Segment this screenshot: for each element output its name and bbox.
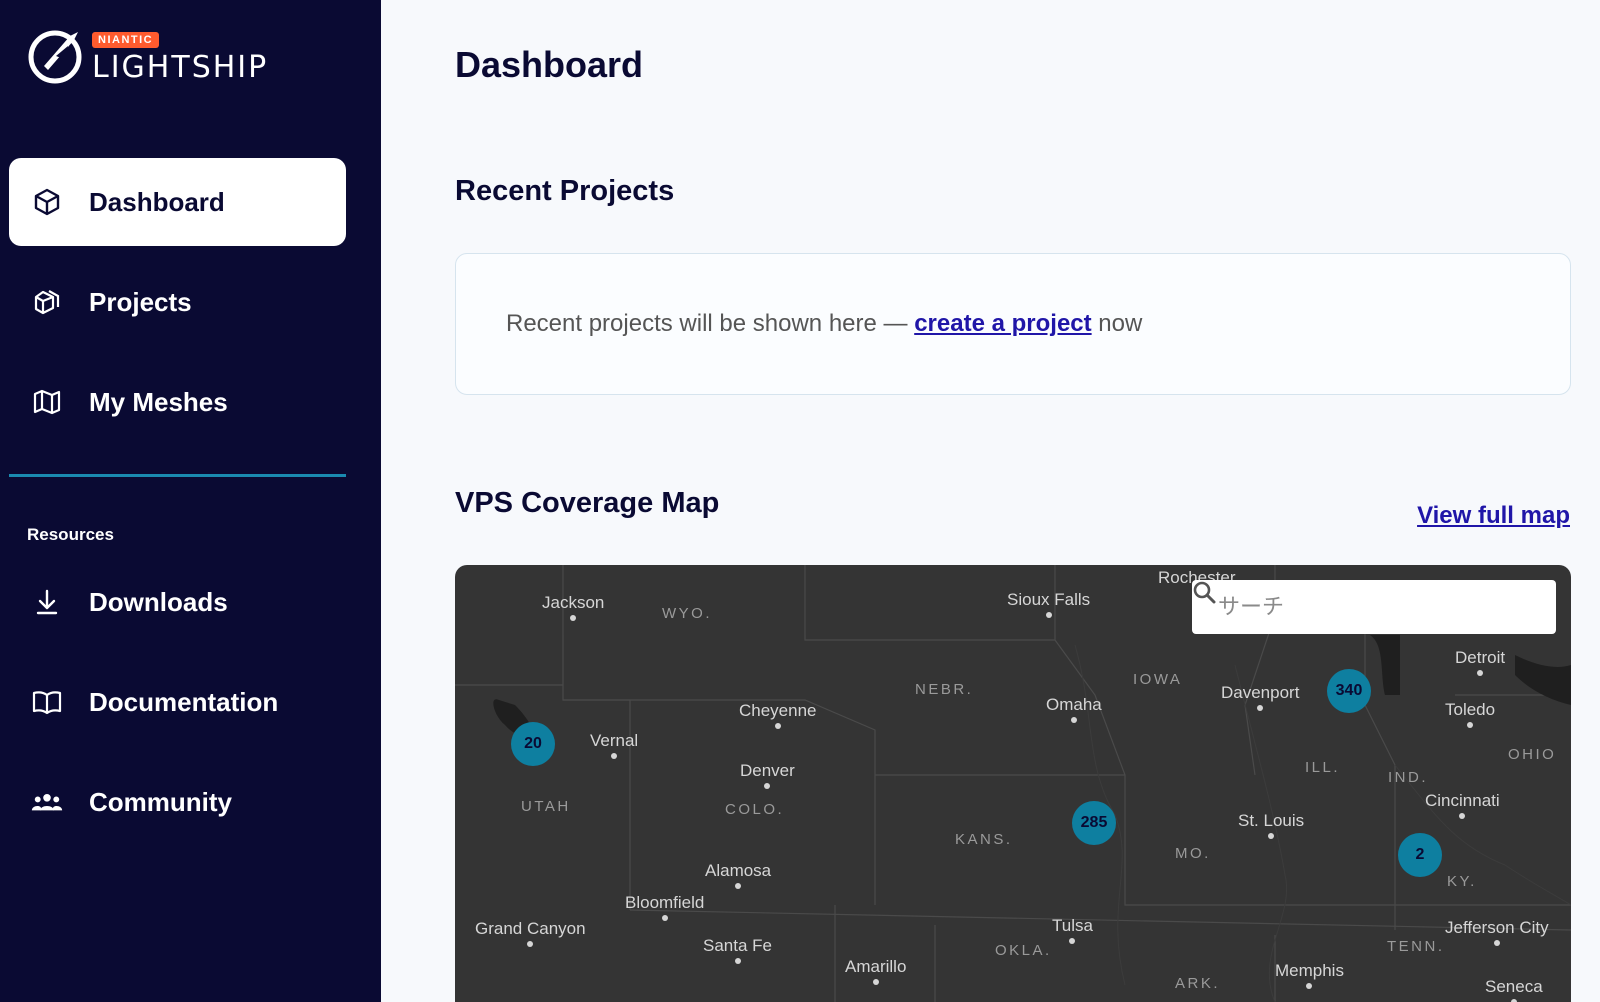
recent-projects-heading: Recent Projects <box>455 175 675 207</box>
map-location-dot <box>611 753 618 759</box>
map-cluster-marker[interactable]: 2 <box>1398 833 1442 877</box>
map-state-label: COLO. <box>725 801 785 818</box>
sidebar-item-label: Documentation <box>89 686 279 717</box>
map-city-label: Jefferson City <box>1445 918 1549 946</box>
map-city-label: St. Louis <box>1238 811 1304 839</box>
map-state-label: NEBR. <box>915 681 974 698</box>
map-state-label: ILL. <box>1305 759 1341 776</box>
map-location-dot <box>1070 717 1077 723</box>
search-icon <box>1193 581 1216 604</box>
map-location-dot <box>1477 670 1484 676</box>
map-location-dot <box>661 915 668 921</box>
resources-label: Resources <box>27 525 114 544</box>
map-state-label: IND. <box>1388 769 1428 786</box>
sidebar-item-label: Dashboard <box>89 186 225 217</box>
map-state-label: ARK. <box>1175 975 1221 992</box>
map-location-dot <box>1493 940 1500 946</box>
rocket-logo-icon <box>28 30 82 84</box>
sidebar-item-label: My Meshes <box>89 386 228 417</box>
map-location-dot <box>1045 612 1052 618</box>
view-full-map-link[interactable]: View full map <box>1417 502 1570 530</box>
sidebar-item-label: Community <box>89 786 232 817</box>
recent-message-suffix: now <box>1098 310 1143 337</box>
map-state-label: OHIO <box>1508 746 1557 763</box>
map-location-dot <box>1306 983 1313 989</box>
map-city-label: Davenport <box>1221 683 1299 711</box>
page-title: Dashboard <box>455 44 644 85</box>
book-icon <box>31 686 63 718</box>
map-state-label: UTAH <box>521 798 571 815</box>
map-location-dot <box>735 883 742 889</box>
sidebar-item-dashboard[interactable]: Dashboard <box>9 158 346 246</box>
map-city-label: Sioux Falls <box>1007 590 1090 618</box>
cubes-icon <box>31 286 63 318</box>
map-location-dot <box>764 783 771 789</box>
map-cluster-marker[interactable]: 20 <box>511 722 555 766</box>
recent-message-text: Recent projects will be shown here — <box>506 310 908 337</box>
main-content: Dashboard Recent Projects Recent project… <box>381 0 1600 1002</box>
map-state-label: TENN. <box>1387 938 1445 955</box>
people-icon <box>31 786 63 818</box>
brand-name: LIGHTSHIP <box>92 50 269 85</box>
sidebar-item-downloads[interactable]: Downloads <box>9 558 346 646</box>
map-city-label: Tulsa <box>1052 916 1093 944</box>
map-location-dot <box>1069 938 1076 944</box>
map-location-dot <box>527 941 534 947</box>
sidebar-divider <box>9 474 346 477</box>
sidebar-item-community[interactable]: Community <box>9 758 346 846</box>
map-city-label: Amarillo <box>845 957 906 985</box>
map-search-input[interactable] <box>1218 594 1518 620</box>
map-city-label: Cincinnati <box>1425 791 1500 819</box>
map-cluster-marker[interactable]: 285 <box>1072 801 1116 845</box>
cube-icon <box>31 186 63 218</box>
map-city-label: Omaha <box>1046 695 1102 723</box>
map-location-dot <box>1467 722 1474 728</box>
map-city-label: Grand Canyon <box>475 919 586 947</box>
map-city-label: Memphis <box>1275 961 1344 989</box>
niantic-badge: NIANTIC <box>92 32 160 48</box>
map-location-dot <box>872 979 879 985</box>
sidebar-item-label: Downloads <box>89 586 228 617</box>
sidebar-item-documentation[interactable]: Documentation <box>9 658 346 746</box>
map-city-label: Alamosa <box>705 861 771 889</box>
sidebar: NIANTIC LIGHTSHIP Dashboard Projects My … <box>0 0 381 1002</box>
map-location-dot <box>774 723 781 729</box>
sidebar-item-label: Projects <box>89 286 192 317</box>
map-cluster-marker[interactable]: 340 <box>1327 669 1371 713</box>
map-city-label: Seneca <box>1485 977 1543 1002</box>
map-state-label: MO. <box>1175 845 1211 862</box>
map-state-label: WYO. <box>662 605 712 622</box>
map-city-label: Santa Fe <box>703 936 772 964</box>
map-state-label: KY. <box>1447 873 1477 890</box>
map-icon <box>31 386 63 418</box>
sidebar-item-my-meshes[interactable]: My Meshes <box>9 358 346 446</box>
map-location-dot <box>1459 813 1466 819</box>
map-location-dot <box>1257 705 1264 711</box>
map-city-label: Detroit <box>1455 648 1505 676</box>
app: NIANTIC LIGHTSHIP Dashboard Projects My … <box>0 0 1600 1002</box>
map-location-dot <box>734 958 741 964</box>
recent-projects-message: Recent projects will be shown here — cre… <box>506 310 1142 338</box>
vps-coverage-map[interactable]: Jackson Sioux Falls Rochester Detroit Ch… <box>455 565 1571 1002</box>
map-state-label: OKLA. <box>995 942 1052 959</box>
map-city-label: Jackson <box>542 593 604 621</box>
map-city-label: Denver <box>740 761 795 789</box>
map-state-label: IOWA <box>1133 671 1183 688</box>
download-icon <box>31 586 63 618</box>
map-state-label: KANS. <box>955 831 1013 848</box>
recent-projects-panel: Recent projects will be shown here — cre… <box>455 253 1571 395</box>
map-city-label: Toledo <box>1445 700 1495 728</box>
map-location-dot <box>1268 833 1275 839</box>
sidebar-item-projects[interactable]: Projects <box>9 258 346 346</box>
map-city-label: Bloomfield <box>625 893 704 921</box>
lightship-logo[interactable]: NIANTIC LIGHTSHIP <box>26 26 269 85</box>
vps-coverage-heading: VPS Coverage Map <box>455 487 720 519</box>
map-search-box[interactable] <box>1192 580 1556 634</box>
map-city-label: Cheyenne <box>739 701 817 729</box>
map-location-dot <box>570 615 577 621</box>
create-project-link[interactable]: create a project <box>914 310 1091 337</box>
map-city-label: Vernal <box>590 731 638 759</box>
